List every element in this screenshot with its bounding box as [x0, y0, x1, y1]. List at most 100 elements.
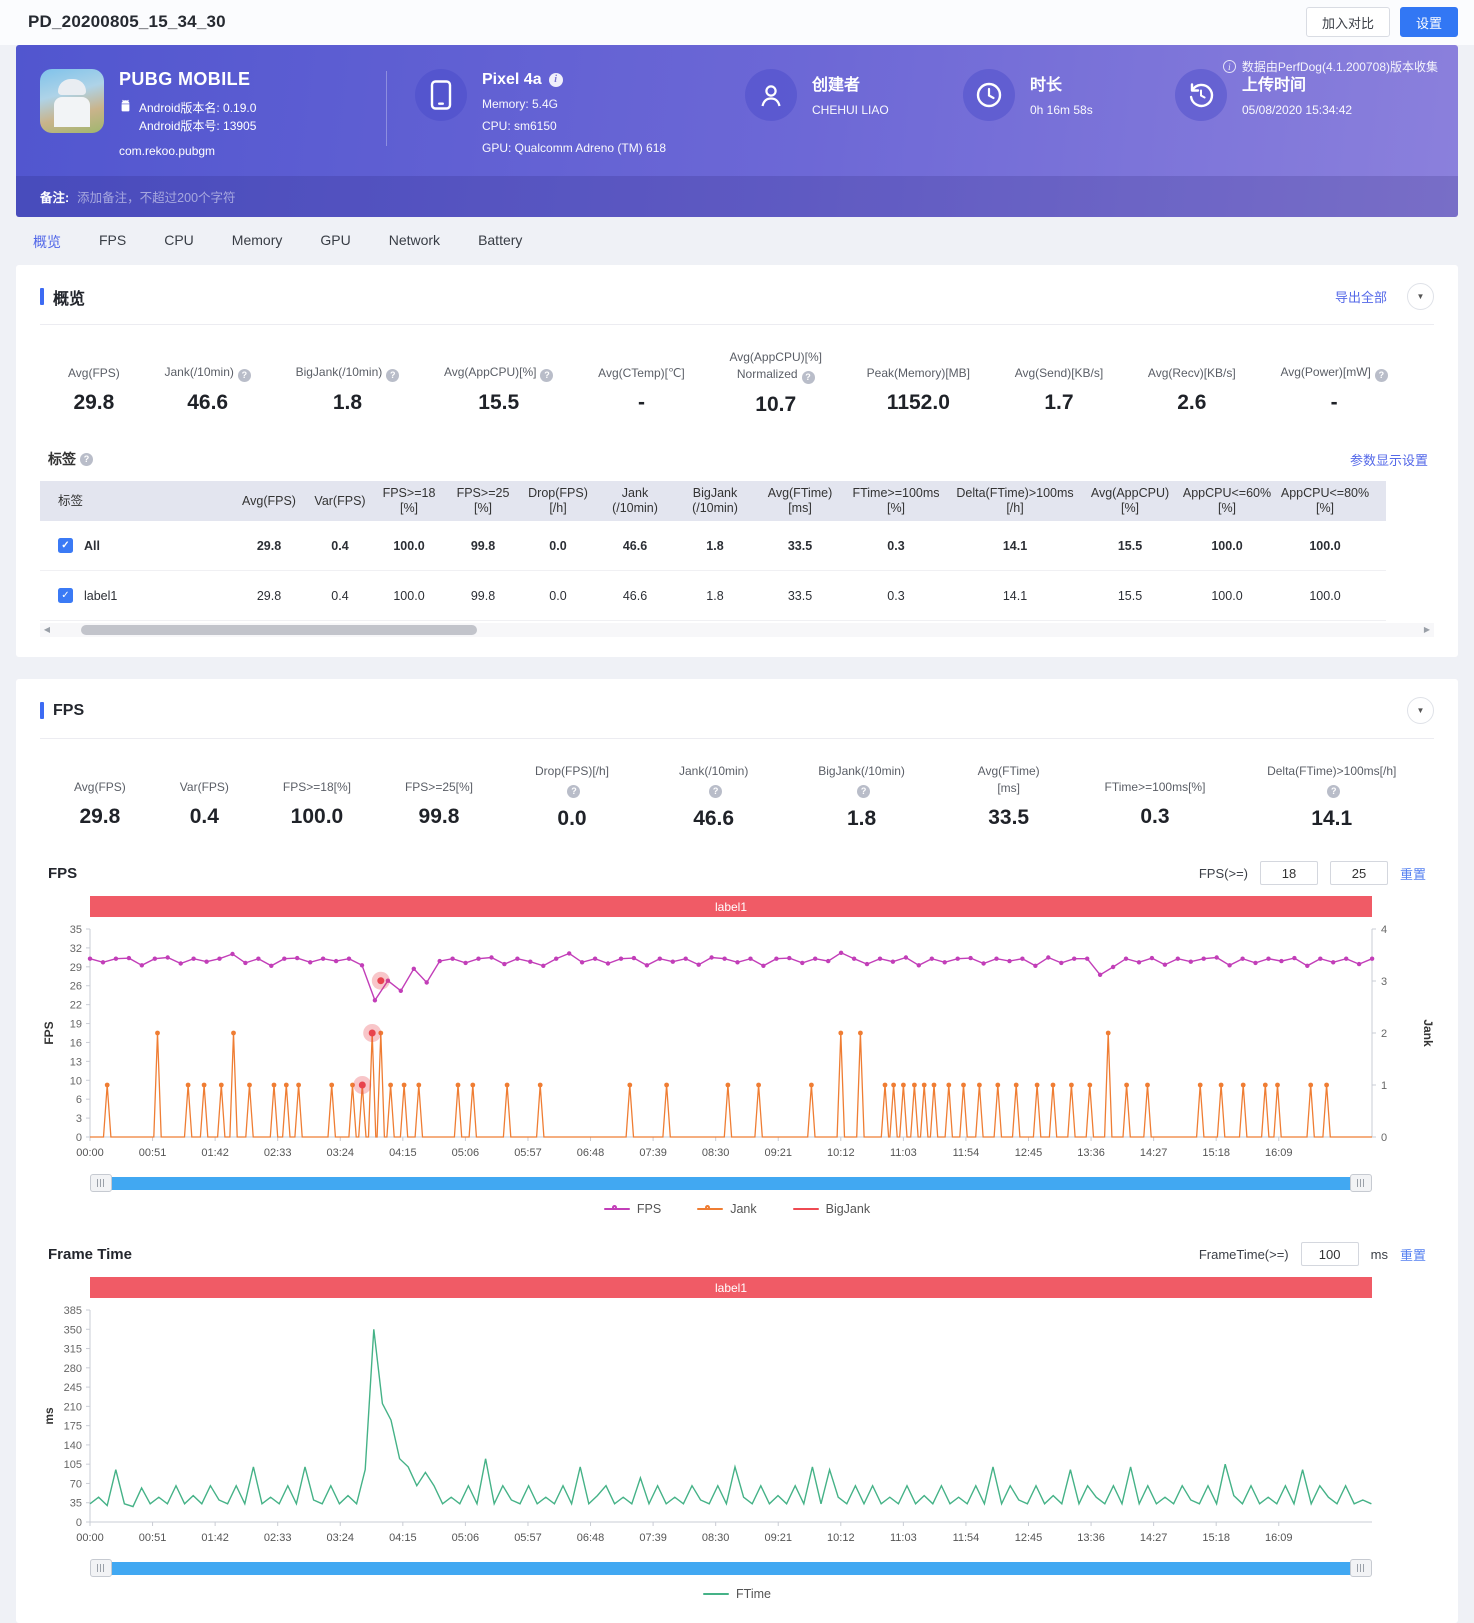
fps-threshold-input-2[interactable]	[1330, 861, 1388, 885]
stat-label: Avg(FTime)[ms]	[967, 763, 1051, 797]
stat-value: 1.8	[847, 807, 876, 831]
stat-label: Avg(Recv)[KB/s]	[1148, 349, 1236, 382]
scroll-left-arrow[interactable]: ◀	[40, 623, 54, 637]
legend-line	[697, 1208, 723, 1210]
scroll-track[interactable]	[54, 623, 1420, 637]
legend-item-FTime[interactable]: FTime	[703, 1587, 771, 1601]
svg-text:09:21: 09:21	[764, 1532, 792, 1544]
value-cell: 0.4	[308, 571, 372, 621]
device-gpu: GPU: Qualcomm Adreno (TM) 618	[482, 141, 666, 155]
tab-FPS[interactable]: FPS	[99, 232, 126, 252]
svg-text:08:30: 08:30	[702, 1532, 730, 1544]
tab-CPU[interactable]: CPU	[164, 232, 194, 252]
stat: Avg(FPS)29.8	[68, 349, 120, 417]
help-icon[interactable]: ?	[540, 369, 553, 382]
help-icon[interactable]: ?	[1327, 785, 1340, 798]
labels-table: 标签Avg(FPS)Var(FPS)FPS>=18[%]FPS>=25[%]Dr…	[40, 481, 1386, 621]
settings-button[interactable]: 设置	[1400, 7, 1458, 37]
table-row: ✓label129.80.4100.099.80.046.61.833.50.3…	[40, 571, 1386, 621]
help-icon[interactable]: ?	[386, 369, 399, 382]
range-handle-right[interactable]	[1350, 1559, 1372, 1577]
range-track[interactable]	[108, 1562, 1354, 1575]
column-header: Drop(FPS)[/h]	[520, 481, 596, 521]
column-header-line: FPS>=25	[450, 486, 516, 501]
device-info-icon[interactable]: i	[549, 73, 563, 87]
stat-value: 46.6	[693, 807, 734, 831]
legend-item-FPS[interactable]: FPS	[604, 1202, 661, 1216]
stat-value: 2.6	[1177, 391, 1206, 415]
stat-label-line: Avg(FTime)[ms]	[967, 763, 1051, 797]
column-header-line: BigJank	[678, 486, 752, 501]
stat: Peak(Memory)[MB]1152.0	[867, 349, 970, 417]
stat-label: Avg(Power)[mW]?	[1280, 349, 1387, 382]
legend-item-BigJank[interactable]: BigJank	[793, 1202, 870, 1216]
value-cell: 29.8	[230, 521, 308, 571]
page-title: PD_20200805_15_34_30	[16, 12, 226, 32]
tab-概览[interactable]: 概览	[33, 232, 61, 252]
value-cell: 100.0	[1276, 521, 1374, 571]
svg-text:08:30: 08:30	[702, 1147, 730, 1159]
stat-label: FPS>=18[%]	[283, 763, 351, 796]
value-cell: 100.0	[1178, 521, 1276, 571]
column-header-line: [%]	[450, 501, 516, 516]
frametime-legend: FTime	[40, 1587, 1434, 1601]
tab-GPU[interactable]: GPU	[320, 232, 350, 252]
stat-label-line: Avg(AppCPU)[%]?	[444, 364, 553, 382]
value-cell: 0.4	[308, 521, 372, 571]
labels-help-icon[interactable]: ?	[80, 453, 93, 466]
phone-icon	[415, 69, 467, 121]
label-name: ✓All	[44, 538, 226, 553]
svg-text:26: 26	[70, 981, 82, 993]
stat-value: 0.3	[1140, 805, 1169, 829]
value-cell: 33.5	[756, 521, 844, 571]
scroll-thumb[interactable]	[81, 625, 477, 635]
frametime-threshold-input[interactable]	[1301, 1242, 1359, 1266]
tab-Battery[interactable]: Battery	[478, 232, 522, 252]
help-icon[interactable]: ?	[802, 371, 815, 384]
range-track[interactable]	[108, 1177, 1354, 1190]
help-icon[interactable]: ?	[567, 785, 580, 798]
svg-text:0: 0	[76, 1132, 82, 1144]
param-display-link[interactable]: 参数显示设置	[1350, 450, 1428, 469]
add-compare-button[interactable]: 加入对比	[1306, 7, 1390, 37]
stat: Jank(/10min)?46.6	[165, 349, 251, 417]
stat-value: 1.8	[333, 391, 362, 415]
fps-reset-link[interactable]: 重置	[1400, 864, 1426, 883]
stat-value: 1152.0	[887, 391, 950, 415]
svg-text:10:12: 10:12	[827, 1147, 855, 1159]
export-all-link[interactable]: 导出全部	[1335, 287, 1387, 306]
help-icon[interactable]: ?	[1375, 369, 1388, 382]
help-icon[interactable]: ?	[709, 785, 722, 798]
frametime-chart[interactable]: 0357010514017521024528031535038500:0000:…	[40, 1304, 1434, 1556]
row-checkbox[interactable]: ✓	[58, 588, 73, 603]
fps-threshold-input-1[interactable]	[1260, 861, 1318, 885]
column-header-line: [/h]	[524, 501, 592, 516]
help-icon[interactable]: ?	[238, 369, 251, 382]
value-cell: 29.8	[230, 571, 308, 621]
legend-line	[703, 1593, 729, 1595]
collapse-fps-button[interactable]: ▼	[1407, 697, 1434, 724]
fps-chart[interactable]: 0361013161922262932350123400:0000:5101:4…	[40, 923, 1434, 1171]
row-label: label1	[84, 589, 117, 603]
column-header: FPS>=18[%]	[372, 481, 446, 521]
range-handle-left[interactable]	[90, 1174, 112, 1192]
column-header-line: Avg(FPS)	[234, 494, 304, 509]
banner-divider	[386, 71, 387, 146]
tab-Network[interactable]: Network	[389, 232, 440, 252]
help-icon[interactable]: ?	[857, 785, 870, 798]
legend-marker	[697, 1204, 723, 1214]
column-header: FPS>=25[%]	[446, 481, 520, 521]
note-input[interactable]: 添加备注，不超过200个字符	[77, 187, 235, 206]
stat-label: FPS>=25[%]	[405, 763, 473, 796]
stat-value: 0.0	[557, 807, 586, 831]
range-handle-left[interactable]	[90, 1559, 112, 1577]
svg-text:35: 35	[70, 1498, 82, 1510]
stat-label-line: Avg(AppCPU)[%]	[729, 349, 821, 366]
frametime-reset-link[interactable]: 重置	[1400, 1245, 1426, 1264]
row-checkbox[interactable]: ✓	[58, 538, 73, 553]
scroll-right-arrow[interactable]: ▶	[1420, 623, 1434, 637]
legend-item-Jank[interactable]: Jank	[697, 1202, 756, 1216]
collapse-overview-button[interactable]: ▼	[1407, 283, 1434, 310]
tab-Memory[interactable]: Memory	[232, 232, 283, 252]
range-handle-right[interactable]	[1350, 1174, 1372, 1192]
